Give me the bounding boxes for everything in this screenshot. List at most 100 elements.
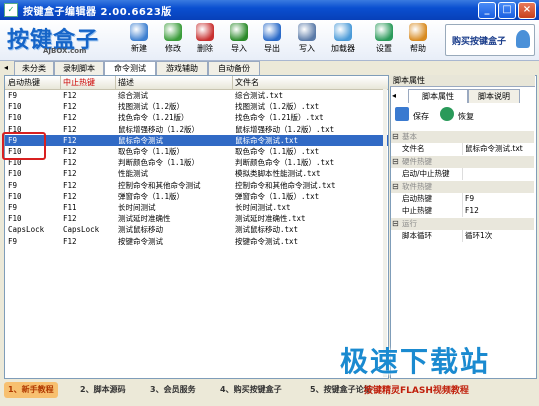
tab-scroll-icon[interactable]: ◂ <box>4 63 8 72</box>
table-row[interactable]: CapsLock CapsLock 测试鼠标移动 测试鼠标移动.txt <box>5 224 388 235</box>
close-button[interactable]: × <box>518 2 536 19</box>
property-value[interactable]: F12 <box>465 205 479 217</box>
property-key: 启动热键 <box>402 193 463 205</box>
save-icon[interactable] <box>395 107 409 121</box>
bottom-tab-2[interactable]: 3、会员服务 <box>150 382 196 398</box>
property-row[interactable]: 中止热键 F12 <box>391 205 534 218</box>
bottom-tab-0[interactable]: 1、新手教程 <box>4 382 58 398</box>
collapse-icon[interactable]: ⊟ <box>392 218 399 230</box>
toolbar-button-label: 写入 <box>299 44 315 53</box>
property-category[interactable]: ⊟ 硬件热键 <box>391 155 534 168</box>
table-row[interactable]: F10 F12 判断颜色命令（1.1版） 判断颜色命令（1.1版）.txt <box>5 157 388 168</box>
buy-button[interactable]: 购买按键盒子 <box>445 24 535 56</box>
tab-4[interactable]: 自动备份 <box>208 61 260 75</box>
table-cell: 找色命令（1.21版）.txt <box>235 113 324 123</box>
import-icon <box>230 23 248 41</box>
properties-title: 脚本属性 <box>390 75 535 87</box>
table-cell: F9 <box>8 203 18 212</box>
property-key: 文件名 <box>402 143 463 156</box>
tab-arrow-icon[interactable]: ◂ <box>392 91 396 100</box>
restore-button[interactable]: 恢复 <box>458 111 474 122</box>
bottom-tab-4[interactable]: 5、按键盒子论坛 <box>310 382 372 398</box>
property-category[interactable]: ⊟ 运行 <box>391 217 534 230</box>
properties-toolbar: 保存 恢复 <box>392 106 532 126</box>
table-row[interactable]: F10 F12 弹窗命令（1.1版） 弹窗命令（1.1版）.txt <box>5 191 388 202</box>
toolbar-button-1[interactable]: 修改 <box>157 22 189 58</box>
table-cell: 模拟类脚本性能测试.txt <box>235 169 321 179</box>
restore-icon[interactable] <box>440 107 454 121</box>
property-value[interactable]: 循环1次 <box>465 230 492 242</box>
bottom-tab-1[interactable]: 2、脚本源码 <box>80 382 126 398</box>
tab-0[interactable]: 未分类 <box>14 61 54 75</box>
header-stop-hotkey[interactable]: 中止热键 <box>60 76 116 89</box>
table-row[interactable]: F9 F12 控制命令和其他命令测试 控制命令和其他命令测试.txt <box>5 180 388 191</box>
table-cell: 测试延时准确性.txt <box>235 214 306 224</box>
header-filename[interactable]: 文件名 <box>232 76 385 89</box>
bottom-tab-3[interactable]: 4、购买按键盒子 <box>220 382 282 398</box>
table-cell: 鼠标增强移动（1.2版） <box>118 124 200 134</box>
property-category[interactable]: ⊟ 软件热键 <box>391 180 534 193</box>
table-row[interactable]: F9 F11 长时间测试 长时间测试.txt <box>5 202 388 213</box>
collapse-icon[interactable]: ⊟ <box>392 181 399 193</box>
table-row[interactable]: F10 F12 鼠标增强移动（1.2版） 鼠标增强移动（1.2版）.txt <box>5 124 388 135</box>
property-row[interactable]: 文件名 鼠标命令测试.txt <box>391 143 534 156</box>
property-row[interactable]: 启动/中止热键 <box>391 168 534 181</box>
property-key: 基本 <box>402 132 417 141</box>
property-key: 启动/中止热键 <box>402 168 463 181</box>
table-cell: F10 <box>8 169 22 179</box>
table-cell: F12 <box>63 102 77 112</box>
toolbar-button-3[interactable]: 导入 <box>223 22 255 58</box>
table-row[interactable]: F9 F12 按键命令测试 按键命令测试.txt <box>5 236 388 247</box>
toolbar-button-0[interactable]: 新建 <box>123 22 155 58</box>
table-row[interactable]: F10 F12 测试延时准确性 测试延时准确性.txt <box>5 213 388 224</box>
toolbar-button-7[interactable]: 设置 <box>368 22 400 58</box>
list-header: 启动热键 中止热键 描述 文件名 <box>5 76 388 90</box>
highlight-box <box>2 132 46 160</box>
table-cell: 判断颜色命令（1.1版） <box>118 158 200 168</box>
table-cell: F12 <box>63 214 77 224</box>
maximize-button[interactable]: □ <box>498 2 516 19</box>
table-cell: F12 <box>63 113 77 123</box>
table-cell: F12 <box>63 236 77 246</box>
toolbar-button-label: 新建 <box>131 44 147 53</box>
header-start-hotkey[interactable]: 启动热键 <box>5 76 61 89</box>
save-button[interactable]: 保存 <box>413 111 429 122</box>
loader-icon <box>334 23 352 41</box>
property-value[interactable]: 鼠标命令测试.txt <box>465 143 523 155</box>
table-row[interactable]: F10 F12 性能测试 模拟类脚本性能测试.txt <box>5 168 388 179</box>
tab-script-notes[interactable]: 脚本说明 <box>468 89 520 103</box>
settings-icon <box>375 23 393 41</box>
toolbar-button-6[interactable]: 加载器 <box>327 22 359 58</box>
header-description[interactable]: 描述 <box>115 76 233 89</box>
export-icon <box>263 23 281 41</box>
tab-script-props[interactable]: 脚本属性 <box>408 89 468 103</box>
property-row[interactable]: 脚本循环 循环1次 <box>391 230 534 243</box>
minimize-button[interactable]: _ <box>478 2 496 19</box>
toolbar-button-5[interactable]: 写入 <box>291 22 323 58</box>
toolbar-button-4[interactable]: 导出 <box>256 22 288 58</box>
vertical-scrollbar[interactable] <box>383 89 387 377</box>
tab-1[interactable]: 录制脚本 <box>54 61 104 75</box>
tab-3[interactable]: 游戏辅助 <box>156 61 208 75</box>
collapse-icon[interactable]: ⊟ <box>392 156 399 168</box>
table-cell: F12 <box>63 91 77 100</box>
property-row[interactable]: 启动热键 F9 <box>391 193 534 205</box>
tab-2[interactable]: 命令测试 <box>104 61 156 76</box>
property-value[interactable]: F9 <box>465 193 474 205</box>
toolbar-button-label: 修改 <box>165 44 181 53</box>
table-cell: 取色命令（1.1版） <box>118 147 185 156</box>
toolbar-button-8[interactable]: 帮助 <box>402 22 434 58</box>
table-row[interactable]: F10 F12 找色命令（1.21版） 找色命令（1.21版）.txt <box>5 112 388 123</box>
promo-link[interactable]: 按键精灵FLASH视频教程 <box>364 383 469 396</box>
collapse-icon[interactable]: ⊟ <box>392 131 399 143</box>
table-cell: F10 <box>8 113 22 123</box>
table-cell: 测试延时准确性 <box>118 214 171 224</box>
toolbar-button-2[interactable]: 删除 <box>189 22 221 58</box>
table-row[interactable]: F9 F12 综合测试 综合测试.txt <box>5 90 388 101</box>
app-logo: 按键盒子 AJBOX.com <box>7 27 100 55</box>
table-row[interactable]: F10 F12 找图测试（1.2版） 找图测试（1.2版）.txt <box>5 101 388 112</box>
table-row[interactable]: F10 F12 取色命令（1.1版） 取色命令（1.1版）.txt <box>5 146 388 157</box>
property-category[interactable]: ⊟ 基本 <box>391 131 534 143</box>
table-row[interactable]: F9 F12 鼠标命令测试 鼠标命令测试.txt <box>5 134 388 146</box>
new-file-icon <box>130 23 148 41</box>
